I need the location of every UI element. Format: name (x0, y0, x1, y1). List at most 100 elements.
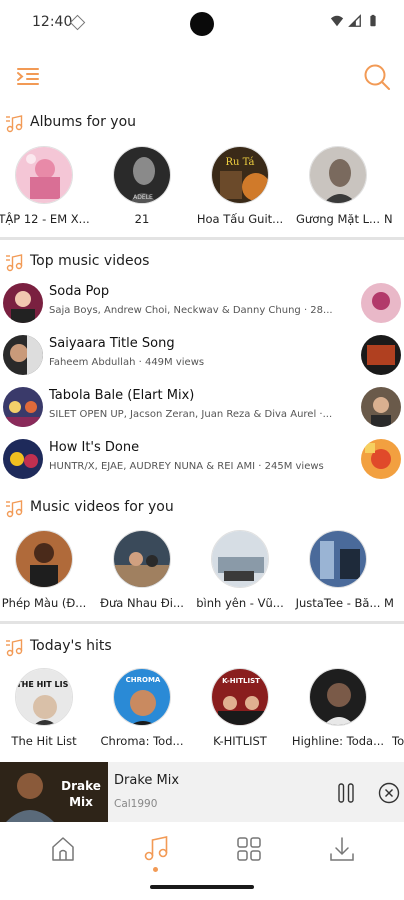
download-icon[interactable] (327, 834, 357, 864)
album-art: Ru Tá (211, 146, 269, 204)
music-notes-icon (6, 500, 23, 518)
video-name: JustaTee - Bă... (295, 596, 381, 610)
video-name: M (384, 596, 394, 610)
video-art (113, 530, 171, 588)
video-meta: Saja Boys, Andrew Choi, Neckwav & Danny … (49, 305, 333, 316)
menu-icon[interactable] (14, 62, 42, 90)
video-title: Tabola Bale (Elart Mix) (49, 388, 195, 403)
section-title: Music videos for you (30, 499, 174, 515)
wifi-icon (330, 15, 344, 27)
signal-icon (348, 14, 361, 27)
album-name: 21 (134, 212, 150, 226)
album-item[interactable]: N (384, 146, 404, 226)
playlist-name: The Hit List (11, 734, 77, 748)
now-playing-art: Drake Mix (0, 762, 108, 822)
mini-player[interactable]: Drake Mix Drake Mix Cal1990 (0, 762, 404, 822)
album-art-label: Ru Tá (225, 157, 254, 168)
playlist-name: Chroma: Tod... (100, 734, 184, 748)
playlist-art-label: THE HIT LIST (16, 680, 73, 689)
video-item[interactable]: Đưa Nhau Đi... (92, 530, 192, 610)
playlist-item[interactable]: Highline: Toda... (288, 668, 388, 748)
section-title: Top music videos (30, 253, 150, 269)
grid-icon[interactable] (234, 834, 264, 864)
album-name: Gương Mặt L... (296, 212, 380, 226)
video-title: Soda Pop (49, 284, 110, 299)
section-title: Albums for you (30, 114, 137, 130)
playlist-art: THE HIT LIST (15, 668, 73, 726)
playlist-name: Highline: Toda... (291, 734, 385, 748)
music-notes-icon (6, 115, 23, 133)
search-icon[interactable] (362, 62, 392, 92)
close-icon[interactable] (378, 782, 400, 804)
now-playing-art-label: Drake (61, 779, 101, 793)
active-tab-indicator (153, 867, 158, 872)
album-item[interactable]: Gương Mặt L... (288, 146, 388, 226)
video-row[interactable]: Tabola Bale (Elart Mix) SILET OPEN UP, J… (0, 384, 404, 434)
pause-icon[interactable] (335, 782, 357, 804)
top-toolbar (0, 56, 404, 98)
status-icons (330, 14, 380, 28)
video-row[interactable]: How It's Done HUNTR/X, EJAE, AUDREY NUNA… (0, 436, 404, 486)
playlist-item[interactable]: To (392, 668, 404, 748)
playlist-art: K-HITLIST (211, 668, 269, 726)
video-thumbnail (3, 335, 43, 375)
status-bar: 12:40 (0, 0, 404, 48)
video-album-art (361, 387, 401, 427)
home-indicator (150, 885, 254, 889)
video-row[interactable]: Saiyaara Title Song Faheem Abdullah · 44… (0, 332, 404, 382)
album-art (309, 146, 367, 204)
album-art: ADELE (113, 146, 171, 204)
playlist-art-label: CHROMA (126, 676, 161, 684)
video-name: bình yên - Vũ... (196, 596, 284, 610)
playlist-item[interactable]: CHROMA Chroma: Tod... (92, 668, 192, 748)
status-time: 12:40 (32, 14, 73, 30)
now-playing-title: Drake Mix (114, 773, 180, 788)
section-title: Today's hits (30, 638, 112, 654)
now-playing-art-label: Mix (69, 795, 93, 809)
home-icon[interactable] (48, 834, 78, 864)
playlist-name: To (392, 734, 404, 748)
album-item[interactable]: Ru Tá Hoa Tấu Guit... (190, 146, 290, 226)
video-title: How It's Done (49, 440, 140, 455)
todays-hits-section-header: Today's hits (0, 634, 404, 662)
album-item[interactable]: TẬP 12 - EM X... (0, 146, 94, 226)
video-item[interactable]: Phép Màu (Đ... (0, 530, 94, 610)
video-name: Phép Màu (Đ... (1, 596, 87, 610)
video-name: Đưa Nhau Đi... (100, 596, 184, 610)
video-item[interactable]: bình yên - Vũ... (190, 530, 290, 610)
video-album-art (361, 283, 401, 323)
video-art (15, 530, 73, 588)
playlist-name: K-HITLIST (213, 734, 267, 748)
album-item[interactable]: ADELE 21 (92, 146, 192, 226)
music-notes-icon (6, 254, 23, 272)
bottom-navigation (0, 822, 404, 880)
video-album-art (361, 439, 401, 479)
albums-carousel[interactable]: TẬP 12 - EM X... ADELE 21 Ru Tá Hoa Tấu … (0, 146, 404, 232)
album-name: TẬP 12 - EM X... (0, 212, 90, 226)
camera-cutout (190, 12, 214, 36)
video-art (211, 530, 269, 588)
video-thumbnail (3, 283, 43, 323)
video-meta: SILET OPEN UP, Jacson Zeran, Juan Reza &… (49, 409, 333, 420)
playlist-art-label: K-HITLIST (222, 677, 260, 685)
video-meta: Faheem Abdullah · 449M views (49, 357, 205, 368)
album-art-label: ADELE (133, 194, 153, 201)
video-title: Saiyaara Title Song (49, 336, 175, 351)
playlist-item[interactable]: THE HIT LIST The Hit List (0, 668, 94, 748)
video-album-art (361, 335, 401, 375)
video-row[interactable]: Soda Pop Saja Boys, Andrew Choi, Neckwav… (0, 280, 404, 330)
playlist-item[interactable]: K-HITLIST K-HITLIST (190, 668, 290, 748)
videos-for-you-section-header: Music videos for you (0, 495, 404, 523)
album-name: Hoa Tấu Guit... (196, 212, 284, 226)
playlist-art: CHROMA (113, 668, 171, 726)
todays-hits-carousel[interactable]: THE HIT LIST The Hit List CHROMA Chroma:… (0, 668, 404, 754)
video-item[interactable]: M (384, 530, 404, 610)
now-playing-artist: Cal1990 (114, 798, 158, 810)
video-item[interactable]: JustaTee - Bă... (288, 530, 388, 610)
music-note-icon[interactable] (141, 834, 171, 864)
album-art (15, 146, 73, 204)
video-meta: HUNTR/X, EJAE, AUDREY NUNA & REI AMI · 2… (49, 461, 324, 472)
videos-for-you-carousel[interactable]: Phép Màu (Đ... Đưa Nhau Đi... bình yên -… (0, 530, 404, 616)
battery-icon (370, 14, 376, 27)
album-name: N (384, 212, 393, 226)
